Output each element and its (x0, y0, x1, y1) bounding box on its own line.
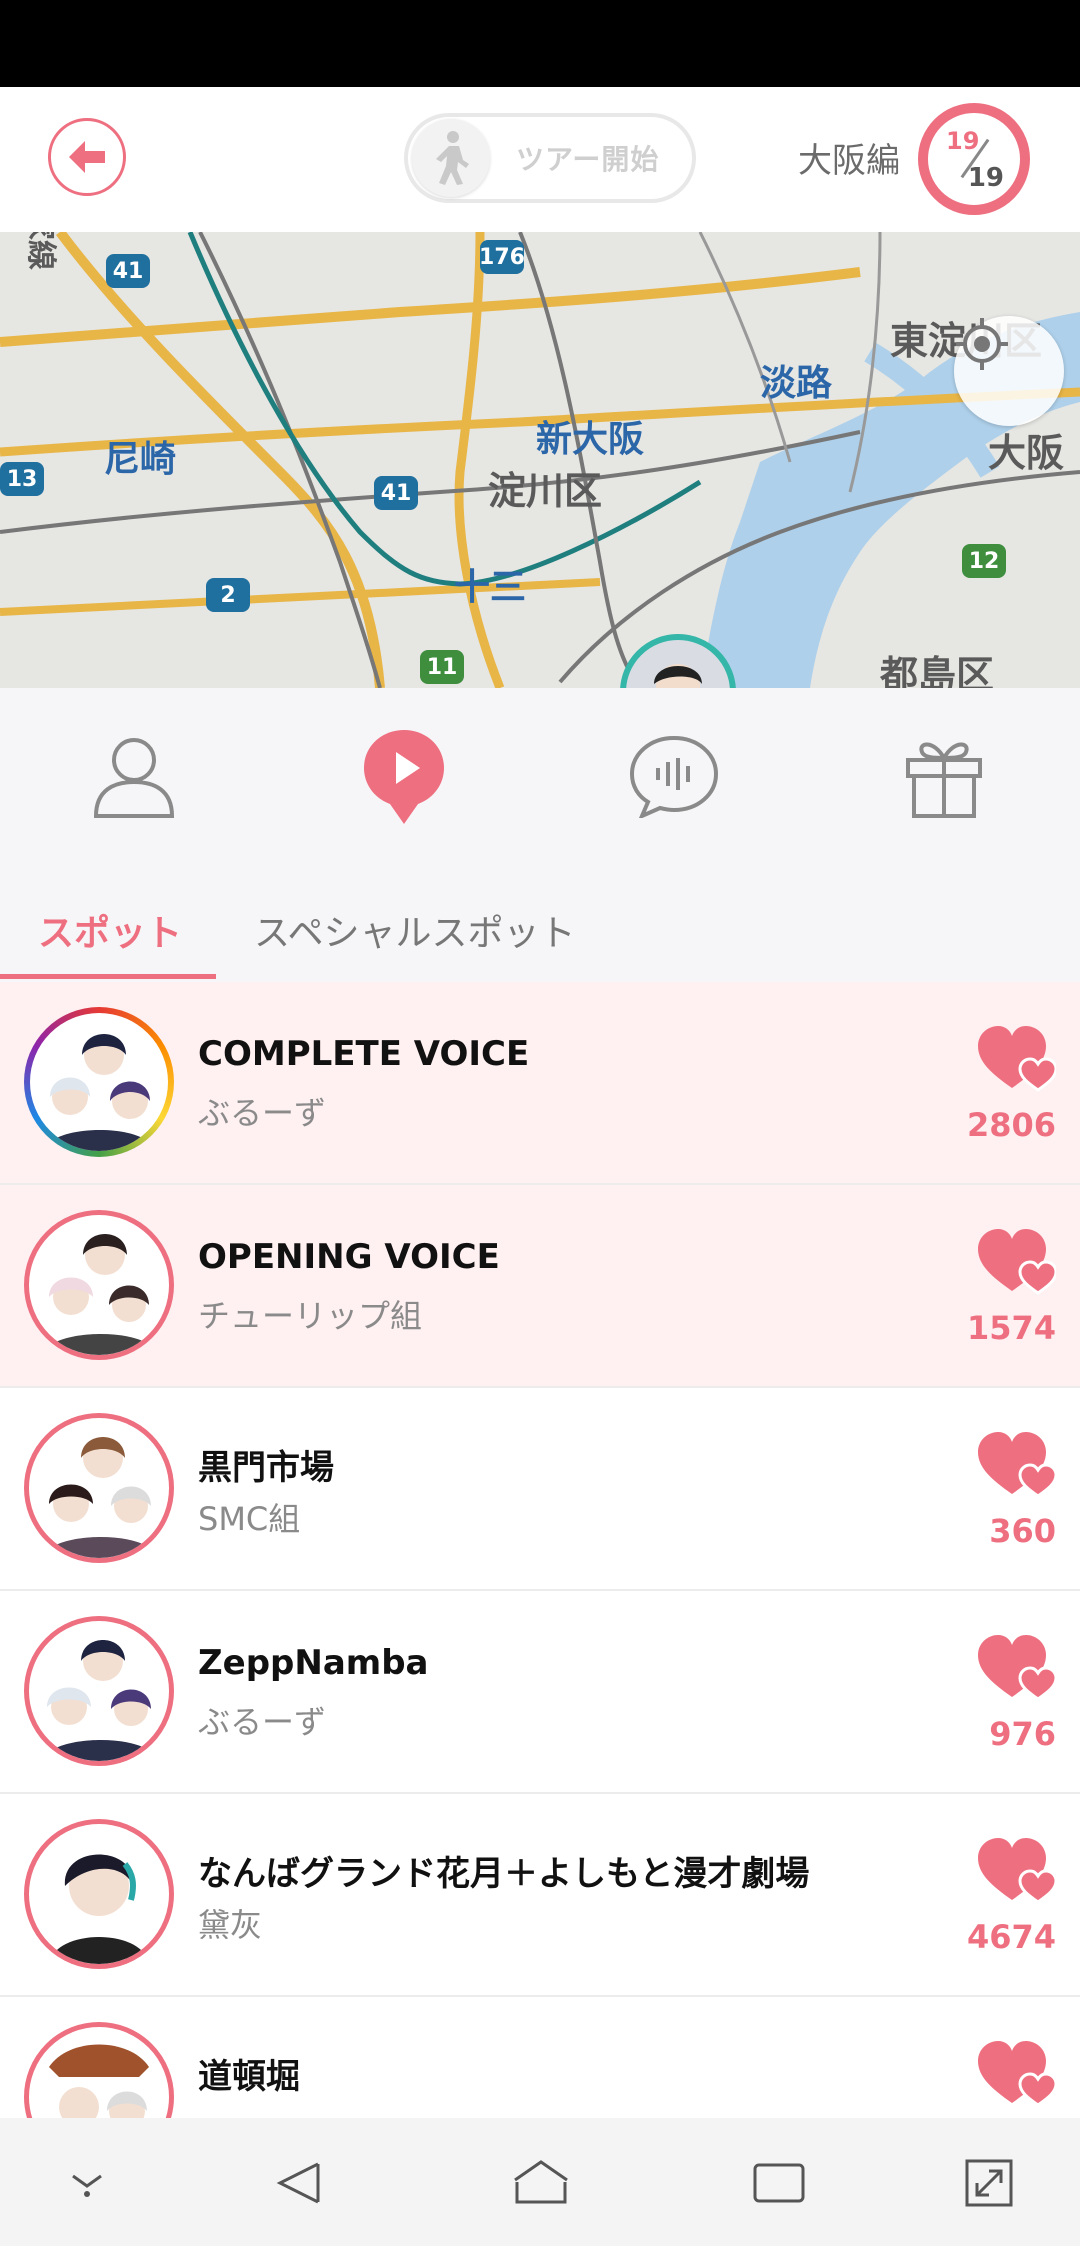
spot-list[interactable]: COMPLETE VOICE ぶるーず 2806 OPENING VOICE チ… (0, 982, 1080, 2118)
route-sign: 11 (420, 650, 464, 684)
chevron-down-icon (72, 2174, 102, 2197)
gift-icon (906, 742, 982, 818)
route-sign: 13 (0, 462, 44, 496)
person-icon (93, 738, 175, 818)
list-item[interactable]: 黒門市場 SMC組 360 (0, 1388, 1080, 1591)
map-character-marker[interactable] (620, 634, 736, 688)
back-nav-button[interactable] (264, 2148, 334, 2218)
play-tab[interactable] (344, 716, 464, 836)
home-icon (514, 2160, 568, 2204)
map-label-miyakojima: 都島区 (880, 653, 995, 688)
tab-active-indicator (0, 974, 216, 979)
tab-spot[interactable]: スポット (38, 904, 182, 956)
map-label-yodogawa: 淀川区 (488, 469, 603, 513)
play-pin-icon (364, 730, 444, 824)
header: ツアー開始 大阪編 19 19 (0, 87, 1080, 232)
route-sign: 12 (962, 544, 1006, 578)
spot-progress-badge: 19 19 (918, 103, 1030, 215)
map-label-amagasaki: 尼崎 (104, 439, 177, 480)
list-item[interactable]: なんばグランド花月＋よしもと漫才劇場 黛灰 4674 (0, 1794, 1080, 1997)
route-sign: 41 (106, 254, 150, 288)
spot-subtitle: チューリップ組 (198, 1297, 423, 1335)
avatar (24, 1210, 174, 1360)
like-count: 976 (989, 1715, 1056, 1753)
map-label-juso: 十三 (454, 567, 527, 608)
locate-button[interactable] (954, 316, 1064, 426)
recents-nav-button[interactable] (744, 2148, 814, 2218)
spot-title: 道頓堀 (198, 2057, 300, 2097)
spot-title: COMPLETE VOICE (198, 1034, 530, 1074)
avatar (24, 2022, 174, 2118)
map-view[interactable]: 家線 尼崎 新大阪 淀川区 十三 淡路 東淀川区 大阪 都島区 41 176 1… (0, 232, 1080, 688)
route-sign: 41 (374, 476, 418, 510)
route-sign: 2 (206, 578, 250, 612)
spot-subtitle: SMC組 (198, 1500, 301, 1538)
progress-current: 19 (946, 127, 980, 155)
list-item[interactable]: COMPLETE VOICE ぶるーず 2806 (0, 982, 1080, 1185)
recents-icon (753, 2163, 805, 2203)
tour-start-label: ツアー開始 (516, 143, 660, 176)
heart-icon[interactable] (976, 1227, 1056, 1295)
progress-total: 19 (967, 163, 1004, 193)
back-arrow-icon (69, 141, 105, 173)
character-group-icon (43, 1640, 157, 1761)
feature-icon-row (0, 688, 1080, 874)
tour-toggle-knob[interactable] (412, 119, 490, 197)
avatar (24, 1007, 174, 1157)
heart-icon[interactable] (976, 1024, 1056, 1092)
character-avatar-icon (654, 664, 702, 688)
home-nav-button[interactable] (506, 2148, 576, 2218)
system-nav-bar (0, 2118, 1080, 2246)
area-name: 大阪編 (798, 141, 900, 181)
expand-nav-button[interactable] (954, 2148, 1024, 2218)
list-item[interactable]: OPENING VOICE チューリップ組 1574 (0, 1185, 1080, 1388)
back-triangle-icon (276, 2162, 320, 2204)
spot-title: 黒門市場 (198, 1448, 334, 1488)
locate-icon (956, 318, 1008, 370)
like-count: 360 (989, 1512, 1056, 1550)
tab-special-spot[interactable]: スペシャルスポット (254, 904, 575, 956)
character-group-icon (44, 1034, 154, 1151)
route-sign: 176 (479, 240, 525, 274)
heart-icon[interactable] (976, 1430, 1056, 1498)
voice-chat-icon (629, 735, 719, 818)
map-label-shin-osaka: 新大阪 (536, 419, 645, 460)
heart-icon[interactable] (976, 1836, 1056, 1904)
character-icon (49, 1854, 149, 1964)
voice-chat-tab[interactable] (614, 716, 734, 836)
spot-subtitle: 黛灰 (198, 1906, 263, 1944)
heart-icon[interactable] (976, 1633, 1056, 1701)
profile-tab[interactable] (74, 716, 194, 836)
avatar (24, 1413, 174, 1563)
list-item[interactable]: 道頓堀 (0, 1997, 1080, 2118)
status-bar (0, 0, 1080, 87)
map-label-awaji: 淡路 (760, 363, 833, 404)
hide-nav-button[interactable] (52, 2148, 122, 2218)
spot-title: なんばグランド花月＋よしもと漫才劇場 (198, 1854, 810, 1894)
avatar (24, 1819, 174, 1969)
heart-icon[interactable] (976, 2039, 1056, 2107)
spot-title: OPENING VOICE (198, 1237, 500, 1277)
spot-title: ZeppNamba (198, 1643, 429, 1683)
character-group-icon (43, 1234, 157, 1355)
like-count: 1574 (966, 1309, 1056, 1347)
spot-subtitle: ぶるーず (198, 1703, 327, 1741)
expand-icon (965, 2159, 1013, 2207)
character-group-icon (49, 2044, 149, 2118)
like-count: 4674 (966, 1918, 1056, 1956)
avatar (24, 1616, 174, 1766)
spot-subtitle: ぶるーず (198, 1094, 327, 1132)
walking-person-icon (436, 131, 469, 185)
back-button[interactable] (48, 118, 126, 196)
list-item[interactable]: ZeppNamba ぶるーず 976 (0, 1591, 1080, 1794)
map-label-line: 家線 (23, 232, 58, 270)
character-group-icon (43, 1437, 157, 1558)
spot-tabs: スポット スペシャルスポット (0, 874, 1080, 982)
like-count: 2806 (966, 1106, 1056, 1144)
tour-start-toggle[interactable]: ツアー開始 (404, 113, 696, 203)
map-label-osaka: 大阪 (988, 431, 1065, 475)
gift-tab[interactable] (884, 716, 1004, 836)
